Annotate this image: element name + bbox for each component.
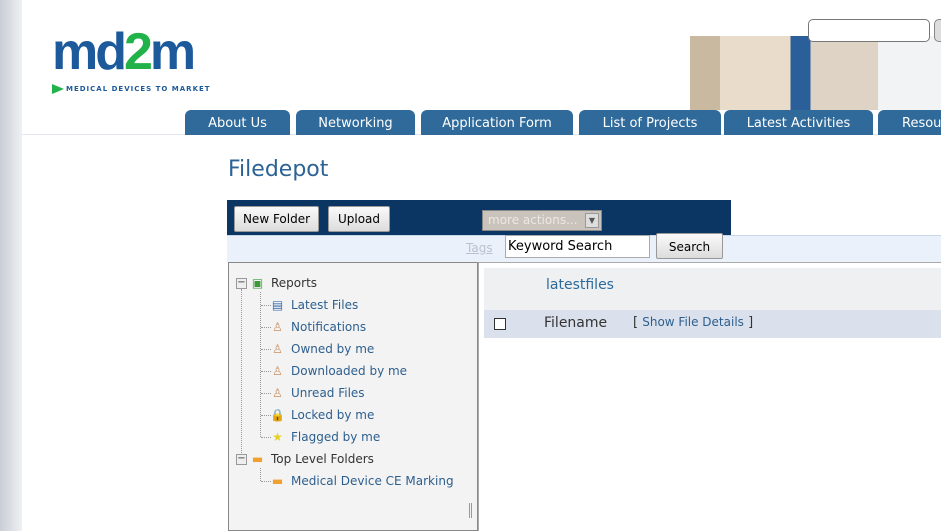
tree-item-reports[interactable]: ▣ Reports (250, 276, 317, 290)
tree-label: Downloaded by me (291, 364, 408, 378)
logo-triangle-icon (52, 84, 64, 94)
nav-tab-resources[interactable]: Resources (878, 110, 941, 135)
tree-label: Unread Files (291, 386, 365, 400)
bracket: [ (633, 315, 639, 330)
user-icon: ♙ (272, 364, 283, 378)
nav-tab-latest-activities[interactable]: Latest Activities (724, 110, 873, 135)
tree-label: Medical Device CE Marking (291, 474, 454, 488)
nav-tab-networking[interactable]: Networking (296, 110, 415, 135)
tree-item-medical-device-ce-marking[interactable]: ▬ Medical Device CE Marking (270, 474, 454, 488)
tree-label: Flagged by me (291, 430, 381, 444)
logo-text: md (52, 23, 127, 81)
collapse-reports-toggle[interactable]: − (236, 278, 247, 289)
tree-item-top-level-folders[interactable]: ▬ Top Level Folders (250, 452, 374, 466)
logo-tagline: MEDICAL DEVICES TO MARKET (66, 85, 211, 93)
new-folder-button[interactable]: New Folder (234, 206, 319, 232)
tree-label: Locked by me (291, 408, 375, 422)
tree-item-flagged-by-me[interactable]: ★ Flagged by me (270, 430, 380, 444)
search-button[interactable]: Search (656, 233, 723, 259)
select-all-checkbox[interactable] (494, 318, 506, 330)
header-photo (690, 36, 941, 110)
nav-tab-about-us[interactable]: About Us (185, 110, 290, 135)
nav-tab-application-form[interactable]: Application Form (421, 110, 573, 135)
list-icon: ▤ (271, 298, 284, 312)
tree-item-downloaded-by-me[interactable]: ♙ Downloaded by me (270, 364, 407, 378)
chevron-down-icon: ▼ (585, 213, 599, 228)
tree-line (260, 468, 261, 481)
tree-item-locked-by-me[interactable]: 🔒 Locked by me (270, 408, 374, 422)
site-search-button[interactable] (934, 19, 941, 42)
tags-link[interactable]: Tags (466, 241, 493, 255)
more-actions-label: more actions... (488, 213, 578, 227)
tree-item-unread-files[interactable]: ♙ Unread Files (270, 386, 365, 400)
show-file-details-link[interactable]: Show File Details (642, 315, 744, 329)
site-search-input[interactable] (808, 19, 930, 42)
page-title: Filedepot (228, 157, 329, 182)
tree-label: Top Level Folders (271, 452, 374, 466)
panel-resize-handle[interactable] (469, 503, 472, 518)
tree-label: Notifications (291, 320, 367, 334)
site-logo[interactable]: md2m MEDICAL DEVICES TO MARKET (52, 23, 210, 96)
more-actions-select[interactable]: more actions... ▼ (482, 210, 602, 231)
logo-text-end: m (149, 23, 196, 81)
tree-line (241, 289, 242, 459)
reports-folder-icon: ▣ (251, 276, 264, 290)
user-icon: ♙ (272, 342, 283, 356)
show-file-details-wrapper: [ Show File Details ] (633, 315, 753, 330)
folder-icon: ▬ (251, 452, 264, 466)
file-list-heading: latestfiles (546, 277, 614, 293)
user-icon: ♙ (272, 386, 283, 400)
lock-icon: 🔒 (270, 408, 285, 422)
bracket: ] (748, 315, 754, 330)
upload-button[interactable]: Upload (328, 206, 390, 232)
tree-label: Owned by me (291, 342, 375, 356)
logo-text-two: 2 (124, 23, 153, 81)
tree-label: Latest Files (291, 298, 359, 312)
page-side-gradient (0, 0, 22, 531)
tree-item-latest-files[interactable]: ▤ Latest Files (270, 298, 358, 312)
user-icon: ♙ (272, 320, 283, 334)
filename-column-header[interactable]: Filename (544, 315, 607, 331)
collapse-top-level-toggle[interactable]: − (236, 454, 247, 465)
folder-icon: ▬ (271, 474, 284, 488)
nav-tab-list-of-projects[interactable]: List of Projects (579, 110, 721, 135)
tree-label: Reports (271, 276, 318, 290)
keyword-search-input[interactable]: Keyword Search (505, 235, 650, 258)
tree-item-notifications[interactable]: ♙ Notifications (270, 320, 366, 334)
tree-item-owned-by-me[interactable]: ♙ Owned by me (270, 342, 374, 356)
star-icon: ★ (272, 430, 283, 444)
